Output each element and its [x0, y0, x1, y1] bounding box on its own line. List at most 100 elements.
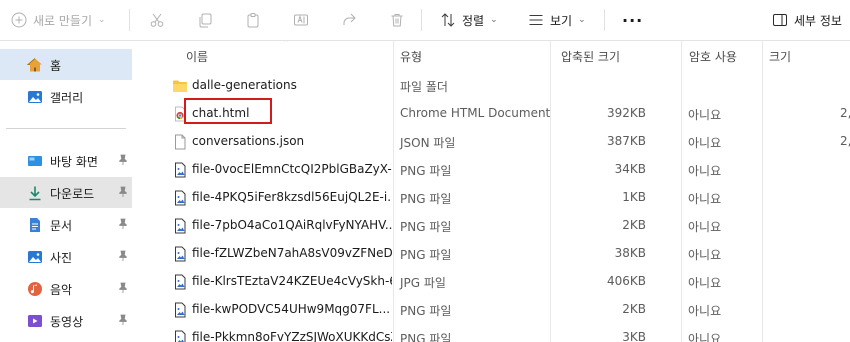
file-password-protected: 아니요 — [688, 332, 722, 342]
pin-icon[interactable] — [117, 218, 129, 230]
new-button[interactable]: 새로 만들기 ⌄ — [11, 0, 106, 40]
file-compressed-size: 2KB — [622, 218, 646, 232]
pin-icon[interactable] — [117, 186, 129, 198]
file-name: conversations.json — [192, 134, 305, 148]
file-password-protected: 아니요 — [688, 248, 722, 262]
file-row[interactable]: conversations.json JSON 파일 387KB 아니요 2,3 — [166, 128, 850, 156]
file-row[interactable]: file-kwPODVC54UHw9Mqg07FL... PNG 파일 2KB … — [166, 296, 850, 324]
sidebar-item-gallery[interactable]: 갤러리 — [0, 81, 132, 112]
sidebar-item-pictures[interactable]: 사진 — [0, 241, 132, 272]
image-file-icon — [175, 190, 186, 206]
sidebar-item-label: 바탕 화면 — [50, 155, 98, 169]
plus-circle-icon — [11, 12, 27, 28]
column-header-compressed-size[interactable]: 압축된 크기 — [561, 48, 620, 65]
trash-icon — [391, 14, 403, 27]
share-button[interactable] — [341, 0, 357, 40]
documents-icon — [30, 218, 40, 232]
paste-button[interactable] — [245, 0, 261, 40]
delete-button[interactable] — [389, 0, 405, 40]
sidebar-item-label: 사진 — [50, 251, 73, 265]
file-row[interactable]: file-fZLWZbeN7ahA8sV09vZFNeD... PNG 파일 3… — [166, 240, 850, 268]
file-compressed-size: 1KB — [622, 190, 646, 204]
chevron-down-icon: ⌄ — [578, 15, 586, 25]
command-bar: 새로 만들기 ⌄ 정렬 ⌄ 보기 ⌄ ··· 세부 정보 — [0, 0, 850, 41]
image-file-icon — [175, 218, 186, 234]
file-row[interactable]: file-Pkkmn8oFvYZzSJWoXUKKdCsZ... PNG 파일 … — [166, 324, 850, 342]
cut-button[interactable] — [149, 0, 165, 40]
details-pane-button[interactable]: 세부 정보 — [772, 0, 842, 40]
column-header-name[interactable]: 이름 — [186, 48, 208, 65]
view-button[interactable]: 보기 ⌄ — [528, 0, 586, 40]
pin-icon[interactable] — [117, 314, 129, 326]
view-list-icon — [529, 15, 543, 25]
file-size: 2,4 — [840, 106, 850, 120]
rename-icon — [294, 14, 308, 26]
file-row[interactable]: file-0vocElEmnCtcQI2PblGBaZyX-i... PNG 파… — [166, 156, 850, 184]
chevron-down-icon: ⌄ — [490, 15, 498, 25]
file-row[interactable]: file-4PKQ5iFer8kzsdl56EujQL2E-i... PNG 파… — [166, 184, 850, 212]
sort-label: 정렬 — [462, 13, 485, 28]
music-icon — [28, 282, 42, 296]
more-options-button[interactable]: ··· — [622, 0, 643, 40]
file-name: file-Pkkmn8oFvYZzSJWoXUKKdCsZ... — [192, 330, 392, 342]
sidebar-item-desktop[interactable]: 바탕 화면 — [0, 145, 132, 176]
column-header-row: 이름 ⌃ 유형 압축된 크기 암호 사용 크기 — [150, 41, 850, 69]
file-name: file-7pbO4aCo1QAiRqlvFyNYAHV... — [192, 218, 392, 232]
pin-icon[interactable] — [117, 250, 129, 262]
file-password-protected: 아니요 — [688, 192, 722, 206]
copy-button[interactable] — [197, 0, 213, 40]
sidebar-item-videos[interactable]: 동영상 — [0, 305, 132, 336]
file-compressed-size: 387KB — [606, 134, 646, 148]
sidebar-item-documents[interactable]: 문서 — [0, 209, 132, 240]
file-compressed-size: 3KB — [622, 330, 646, 342]
rename-button[interactable] — [293, 0, 309, 40]
file-type: PNG 파일 — [400, 248, 452, 262]
sort-button[interactable]: 정렬 ⌄ — [440, 0, 498, 40]
sidebar-item-music[interactable]: 음악 — [0, 273, 132, 304]
sidebar-item-label: 홈 — [50, 59, 62, 73]
column-header-password[interactable]: 암호 사용 — [689, 48, 737, 65]
desktop-icon — [28, 156, 42, 166]
toolbar-divider — [604, 9, 605, 31]
image-file-icon — [175, 246, 186, 262]
file-name: file-4PKQ5iFer8kzsdl56EujQL2E-i... — [192, 190, 392, 204]
image-file-icon — [175, 330, 186, 342]
pin-icon[interactable] — [117, 282, 129, 294]
pin-icon[interactable] — [117, 154, 129, 166]
image-file-icon — [175, 274, 186, 290]
image-file-icon — [175, 162, 186, 178]
column-header-name-label: 이름 — [186, 50, 209, 64]
navigation-scrollbar[interactable] — [134, 41, 150, 342]
file-list: 이름 ⌃ 유형 압축된 크기 암호 사용 크기 dalle-generation… — [150, 41, 850, 342]
sort-ascending-icon: ⌃ — [282, 41, 291, 49]
file-row[interactable]: file-7pbO4aCo1QAiRqlvFyNYAHV... PNG 파일 2… — [166, 212, 850, 240]
column-header-type[interactable]: 유형 — [400, 48, 422, 65]
navigation-pane: 홈 갤러리 바탕 화면 다운로드 문서 사진 음악 동영상 — [0, 41, 134, 342]
file-password-protected: 아니요 — [688, 136, 722, 150]
file-type: PNG 파일 — [400, 304, 452, 318]
file-type: PNG 파일 — [400, 220, 452, 234]
new-button-label: 새로 만들기 — [33, 13, 93, 28]
details-label: 세부 정보 — [794, 13, 842, 28]
file-row[interactable]: dalle-generations 파일 폴더 — [166, 72, 850, 100]
copy-icon — [199, 13, 212, 28]
file-row[interactable]: chat.html Chrome HTML Document 392KB 아니요… — [166, 98, 850, 128]
column-header-size[interactable]: 크기 — [769, 48, 791, 65]
file-compressed-size: 38KB — [614, 246, 646, 260]
more-icon: ··· — [622, 10, 644, 30]
folder-icon — [173, 80, 187, 92]
sidebar-item-label: 문서 — [50, 219, 73, 233]
file-row[interactable]: file-KlrsTEztaV24KZEUe4cVySkh-6... JPG 파… — [166, 268, 850, 296]
sidebar-item-home[interactable]: 홈 — [0, 49, 132, 80]
download-icon — [29, 186, 41, 201]
pictures-icon — [28, 251, 42, 263]
sidebar-item-downloads[interactable]: 다운로드 — [0, 177, 132, 208]
file-type: PNG 파일 — [400, 192, 452, 206]
file-type: JSON 파일 — [400, 136, 456, 150]
view-label: 보기 — [550, 13, 573, 28]
file-compressed-size: 406KB — [606, 274, 646, 288]
file-password-protected: 아니요 — [688, 220, 722, 234]
sort-icon — [441, 13, 455, 27]
sidebar-item-label: 갤러리 — [50, 91, 84, 105]
file-name: file-0vocElEmnCtcQI2PblGBaZyX-i... — [192, 162, 392, 176]
